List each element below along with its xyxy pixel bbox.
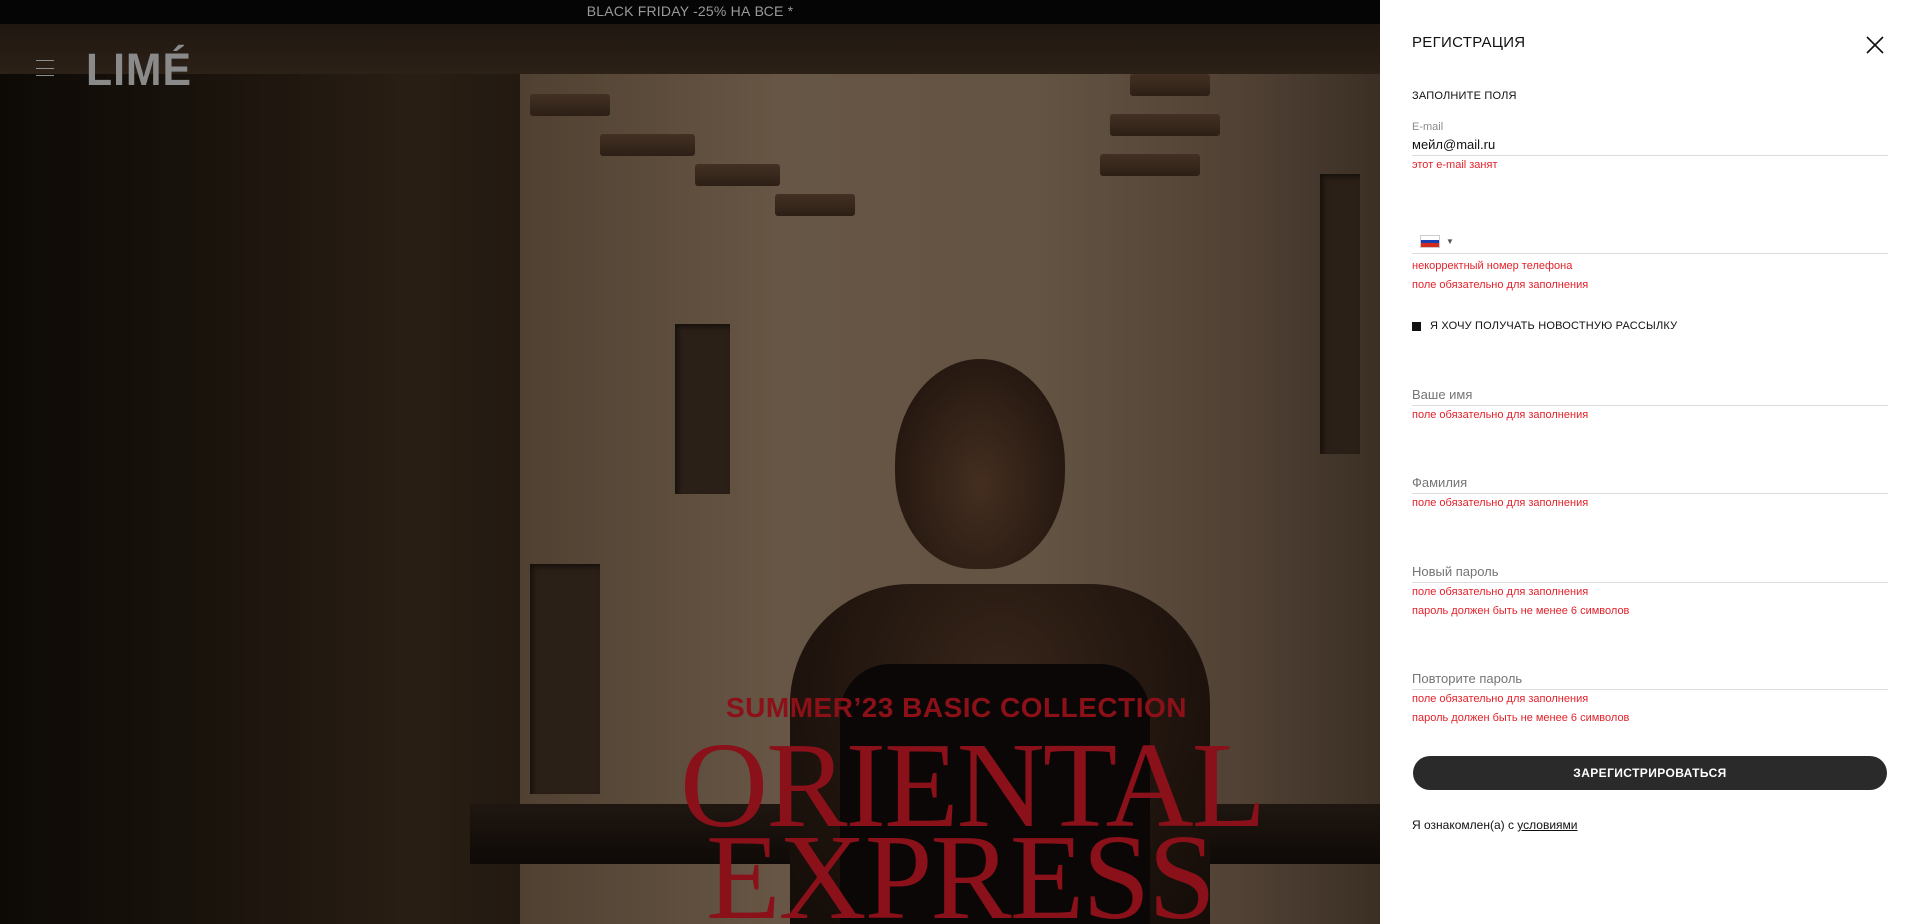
promo-bar[interactable]: BLACK FRIDAY -25% НА ВСЕ * — [0, 0, 1380, 24]
site-logo[interactable]: LIMÉ — [86, 44, 192, 96]
first-name-input[interactable] — [1412, 384, 1888, 406]
email-field-group: E-mail этот e-mail занят — [1412, 120, 1888, 175]
terms-link[interactable]: условиями — [1517, 818, 1577, 832]
new-password-field-group: поле обязательно для заполнения пароль д… — [1412, 561, 1888, 621]
email-error: этот e-mail занят — [1412, 159, 1498, 171]
phone-error: некорректный номер телефона — [1412, 260, 1573, 272]
first-name-field-group: поле обязательно для заполнения — [1412, 384, 1888, 425]
terms-prefix: Я ознакомлен(а) с — [1412, 818, 1518, 832]
drawer-title: РЕГИСТРАЦИЯ — [1412, 34, 1526, 51]
menu-icon[interactable] — [36, 60, 54, 76]
hero-background: BLACK FRIDAY -25% НА ВСЕ * LIMÉ SUMMER’2… — [0, 0, 1380, 924]
register-button[interactable]: ЗАРЕГИСТРИРОВАТЬСЯ — [1413, 756, 1887, 790]
newsletter-checkbox-row[interactable]: Я ХОЧУ ПОЛУЧАТЬ НОВОСТНУЮ РАССЫЛКУ — [1412, 320, 1677, 332]
hero-title: ORIENTAL EXPRESS — [680, 725, 1266, 924]
last-name-field-group: поле обязательно для заполнения — [1412, 472, 1888, 513]
repeat-password-error: поле обязательно для заполнения — [1412, 693, 1589, 705]
terms-text: Я ознакомлен(а) с условиями — [1412, 818, 1578, 832]
repeat-password-error: пароль должен быть не менее 6 символов — [1412, 712, 1630, 724]
promo-text[interactable]: BLACK FRIDAY -25% НА ВСЕ * — [587, 3, 794, 19]
hero-title-line-2: EXPRESS — [705, 810, 1216, 924]
newsletter-checkbox[interactable] — [1412, 321, 1421, 331]
repeat-password-field-group: поле обязательно для заполнения пароль д… — [1412, 668, 1888, 728]
phone-errors: некорректный номер телефона поле обязате… — [1412, 257, 1888, 295]
email-label: E-mail — [1412, 121, 1444, 133]
form-subtitle: ЗАПОЛНИТЕ ПОЛЯ — [1412, 90, 1517, 102]
repeat-password-input[interactable] — [1412, 668, 1888, 690]
last-name-input[interactable] — [1412, 472, 1888, 494]
new-password-input[interactable] — [1412, 561, 1888, 583]
new-password-error: поле обязательно для заполнения — [1412, 586, 1589, 598]
new-password-error: пароль должен быть не менее 6 символов — [1412, 605, 1630, 617]
phone-error: поле обязательно для заполнения — [1412, 279, 1589, 291]
first-name-error: поле обязательно для заполнения — [1412, 409, 1589, 421]
email-input[interactable] — [1412, 134, 1888, 156]
close-icon[interactable] — [1864, 34, 1886, 56]
chevron-down-icon[interactable]: ▼ — [1446, 237, 1454, 246]
registration-drawer: РЕГИСТРАЦИЯ ЗАПОЛНИТЕ ПОЛЯ E-mail этот e… — [1380, 0, 1920, 924]
russia-flag-icon[interactable] — [1420, 235, 1440, 248]
newsletter-label[interactable]: Я ХОЧУ ПОЛУЧАТЬ НОВОСТНУЮ РАССЫЛКУ — [1430, 320, 1677, 332]
phone-field[interactable]: ▼ — [1412, 230, 1888, 254]
last-name-error: поле обязательно для заполнения — [1412, 497, 1589, 509]
